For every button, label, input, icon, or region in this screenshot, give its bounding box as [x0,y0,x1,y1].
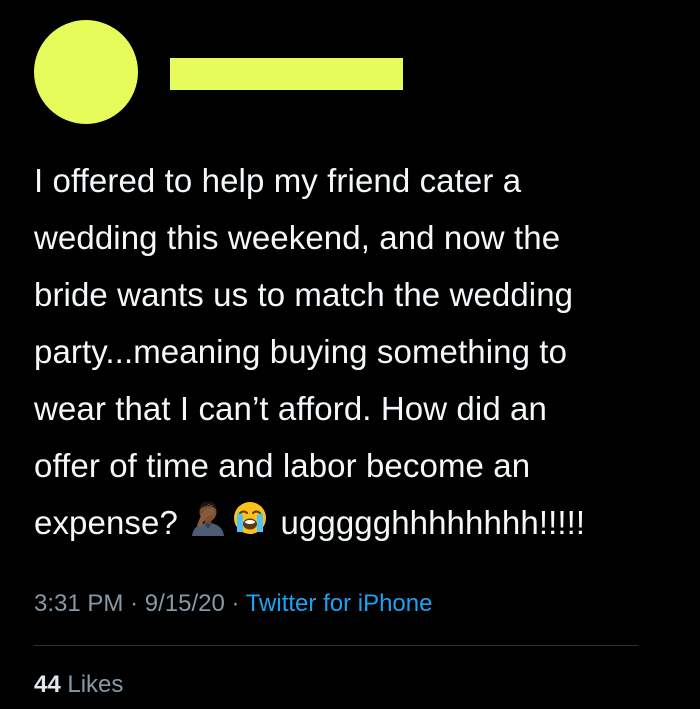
meta-separator: · [231,590,240,617]
tweet-source-link[interactable]: Twitter for iPhone [246,590,433,617]
redacted-username[interactable] [170,58,403,90]
likes-label: Likes [67,671,124,698]
tweet-last-line-prefix: expense? [34,504,178,541]
facepalm-emoji-icon [189,497,227,554]
tweet-line: bride wants us to match the wedding [34,276,574,313]
meta-separator: · [130,590,139,617]
tweet-meta: 3:31 PM · 9/15/20 · Twitter for iPhone [34,586,432,622]
tweet-line: wear that I can’t afford. How did an [34,390,547,427]
tweet-line: party...meaning buying something to [34,333,568,370]
tweet-line: I offered to help my friend cater a [34,162,522,199]
likes-link[interactable]: 44 Likes [34,667,123,703]
tweet-date: 9/15/20 [144,590,225,617]
tweet-last-line-suffix: uggggghhhhhhhh!!!!! [280,504,586,541]
divider [34,645,638,646]
likes-count: 44 [34,671,61,698]
tweet-line: offer of time and labor become an [34,447,531,484]
tweet-line: wedding this weekend, and now the [34,219,561,256]
tweet-time: 3:31 PM [34,590,124,617]
loudly-crying-face-emoji-icon [231,497,269,554]
tweet-text: I offered to help my friend cater a wedd… [34,152,674,551]
tweet-last-line: expense? uggggghhhhhhhh!!!!! [34,494,674,551]
avatar[interactable] [34,20,138,124]
